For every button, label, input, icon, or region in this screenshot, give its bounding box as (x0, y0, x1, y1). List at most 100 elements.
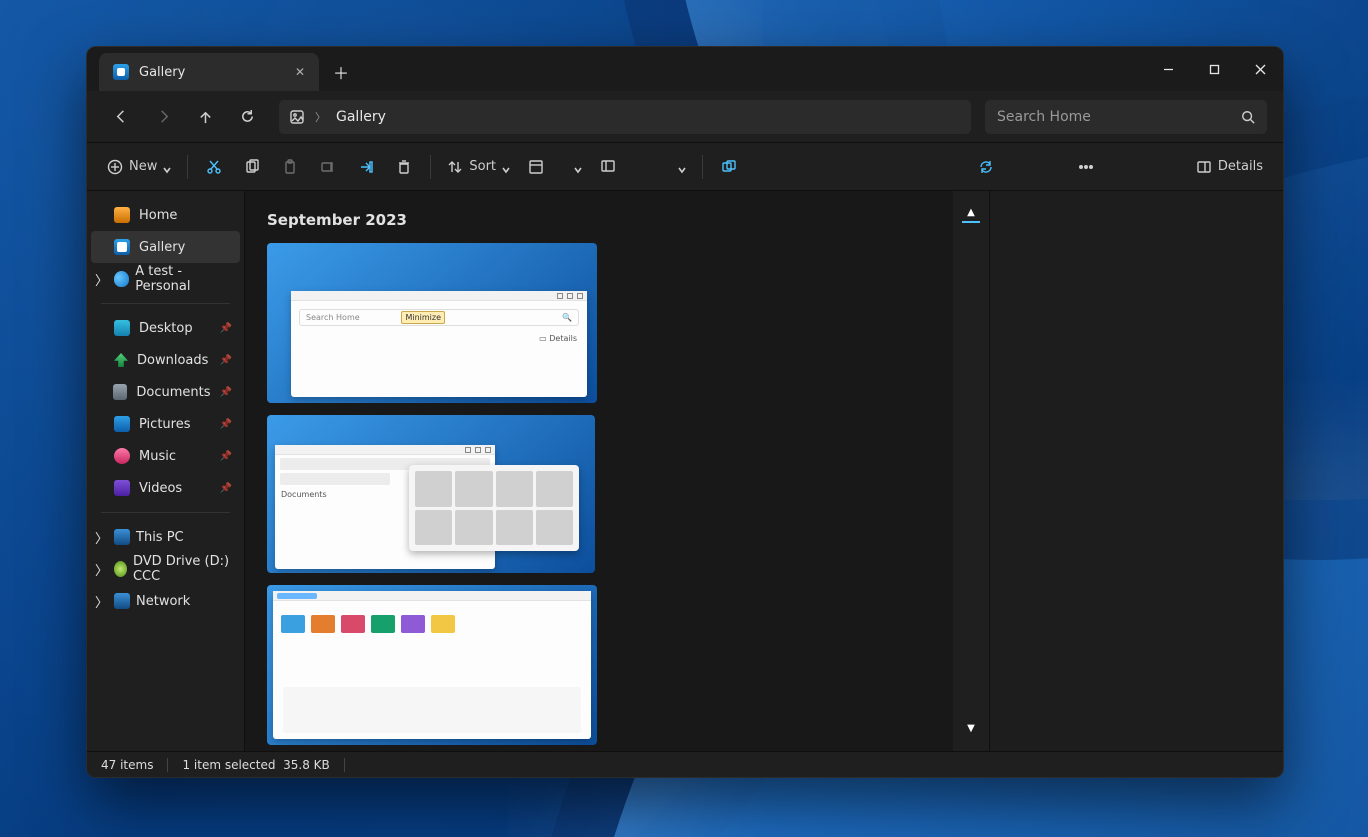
gallery-content: September 2023 Search Home 🔍 ▭ Details (245, 191, 953, 751)
date-group-header[interactable]: September 2023 (267, 211, 931, 229)
timeline-jump-end[interactable]: ▼ (962, 719, 980, 737)
pin-icon: 📌 (220, 355, 232, 366)
search-placeholder: Search Home (997, 109, 1091, 125)
filter-button[interactable] (592, 150, 694, 184)
sidebar-item-music[interactable]: Music 📌 (91, 440, 240, 472)
chevron-down-icon (678, 163, 686, 171)
disc-icon (114, 561, 127, 577)
sidebar-label: Home (139, 208, 177, 223)
pin-icon: 📌 (220, 451, 232, 462)
gallery-icon (114, 239, 130, 255)
cut-button[interactable] (196, 150, 232, 184)
pictures-icon (114, 416, 130, 432)
sidebar-item-this-pc[interactable]: 〉 This PC (91, 521, 240, 553)
share-button[interactable] (348, 150, 384, 184)
separator (187, 155, 188, 179)
new-tab-button[interactable]: ＋ (319, 53, 363, 91)
chevron-right-icon[interactable]: 〉 (95, 528, 108, 547)
thumbnail-grid: Search Home 🔍 ▭ Details Minimize Docum (267, 243, 907, 751)
sidebar-item-network[interactable]: 〉Network (91, 585, 240, 617)
onedrive-icon (114, 271, 129, 287)
tab-close-button[interactable]: ✕ (295, 65, 305, 79)
mock-text: Search Home (306, 313, 360, 322)
sidebar-item-onedrive[interactable]: 〉A test - Personal (91, 263, 240, 295)
close-window-button[interactable] (1237, 47, 1283, 91)
delete-button[interactable] (386, 150, 422, 184)
sidebar-label: Pictures (139, 417, 190, 432)
collection-button[interactable] (711, 150, 747, 184)
picture-icon (289, 109, 305, 125)
sync-button[interactable] (968, 150, 1004, 184)
back-button[interactable] (103, 100, 139, 134)
sort-button[interactable]: Sort (439, 150, 518, 184)
file-explorer-window: Gallery ✕ ＋ 〉 Gallery Search Home New (86, 46, 1284, 778)
desktop-icon (114, 320, 130, 336)
copy-button[interactable] (234, 150, 270, 184)
sidebar-item-desktop[interactable]: Desktop📌 (91, 312, 240, 344)
chevron-right-icon: 〉 (315, 109, 326, 125)
forward-button[interactable] (145, 100, 181, 134)
details-pane-button[interactable]: Details (1188, 150, 1271, 184)
separator (167, 758, 168, 772)
chevron-down-icon (502, 163, 510, 171)
window-controls (1145, 47, 1283, 91)
new-label: New (129, 159, 157, 174)
status-selection: 1 item selected 35.8 KB (182, 758, 329, 772)
rename-button[interactable] (310, 150, 346, 184)
timeline-scrubber[interactable]: ▲ ▼ (953, 191, 989, 751)
sort-label: Sort (469, 159, 496, 174)
sidebar-label: Desktop (139, 321, 193, 336)
new-button[interactable]: New (99, 150, 179, 184)
sidebar-item-gallery[interactable]: Gallery (91, 231, 240, 263)
image-thumbnail[interactable] (267, 585, 597, 745)
paste-button[interactable] (272, 150, 308, 184)
more-button[interactable] (1068, 150, 1104, 184)
sidebar-label: Music (139, 449, 176, 464)
tab-title: Gallery (139, 65, 185, 80)
sidebar-item-downloads[interactable]: Downloads📌 (91, 344, 240, 376)
sidebar-item-videos[interactable]: Videos📌 (91, 472, 240, 504)
refresh-button[interactable] (229, 100, 265, 134)
separator (344, 758, 345, 772)
titlebar: Gallery ✕ ＋ (87, 47, 1283, 91)
separator (101, 512, 230, 513)
image-thumbnail[interactable]: Documents (267, 415, 595, 573)
music-icon (114, 448, 130, 464)
sidebar-item-dvd[interactable]: 〉DVD Drive (D:) CCC (91, 553, 240, 585)
chevron-right-icon[interactable]: 〉 (95, 270, 108, 289)
gallery-icon (113, 64, 129, 80)
navigation-bar: 〉 Gallery Search Home (87, 91, 1283, 143)
sidebar-label: This PC (136, 530, 184, 545)
separator (430, 155, 431, 179)
tab-gallery[interactable]: Gallery ✕ (99, 53, 319, 91)
pin-icon: 📌 (220, 387, 232, 398)
sidebar-item-pictures[interactable]: Pictures📌 (91, 408, 240, 440)
maximize-button[interactable] (1191, 47, 1237, 91)
network-icon (114, 593, 130, 609)
chevron-right-icon[interactable]: 〉 (95, 560, 108, 579)
up-button[interactable] (187, 100, 223, 134)
sidebar-label: Gallery (139, 240, 185, 255)
pc-icon (114, 529, 130, 545)
sidebar-item-documents[interactable]: Documents 📌 (91, 376, 240, 408)
details-pane (989, 191, 1283, 751)
details-label: Details (1218, 159, 1263, 174)
chevron-right-icon[interactable]: 〉 (95, 592, 108, 611)
videos-icon (114, 480, 130, 496)
address-bar[interactable]: 〉 Gallery (279, 100, 971, 134)
separator (702, 155, 703, 179)
timeline-jump-start[interactable]: ▲ (962, 205, 980, 223)
minimize-button[interactable] (1145, 47, 1191, 91)
chevron-down-icon (574, 163, 582, 171)
search-input[interactable]: Search Home (985, 100, 1267, 134)
sidebar-label: Documents (136, 385, 210, 400)
view-button[interactable] (520, 150, 590, 184)
command-bar: New Sort (87, 143, 1283, 191)
home-icon (114, 207, 130, 223)
image-thumbnail[interactable]: Search Home 🔍 ▭ Details Minimize (267, 243, 597, 403)
sidebar-item-home[interactable]: Home (91, 199, 240, 231)
search-icon (1241, 110, 1255, 124)
chevron-down-icon (163, 163, 171, 171)
documents-icon (113, 384, 127, 400)
separator (101, 303, 230, 304)
